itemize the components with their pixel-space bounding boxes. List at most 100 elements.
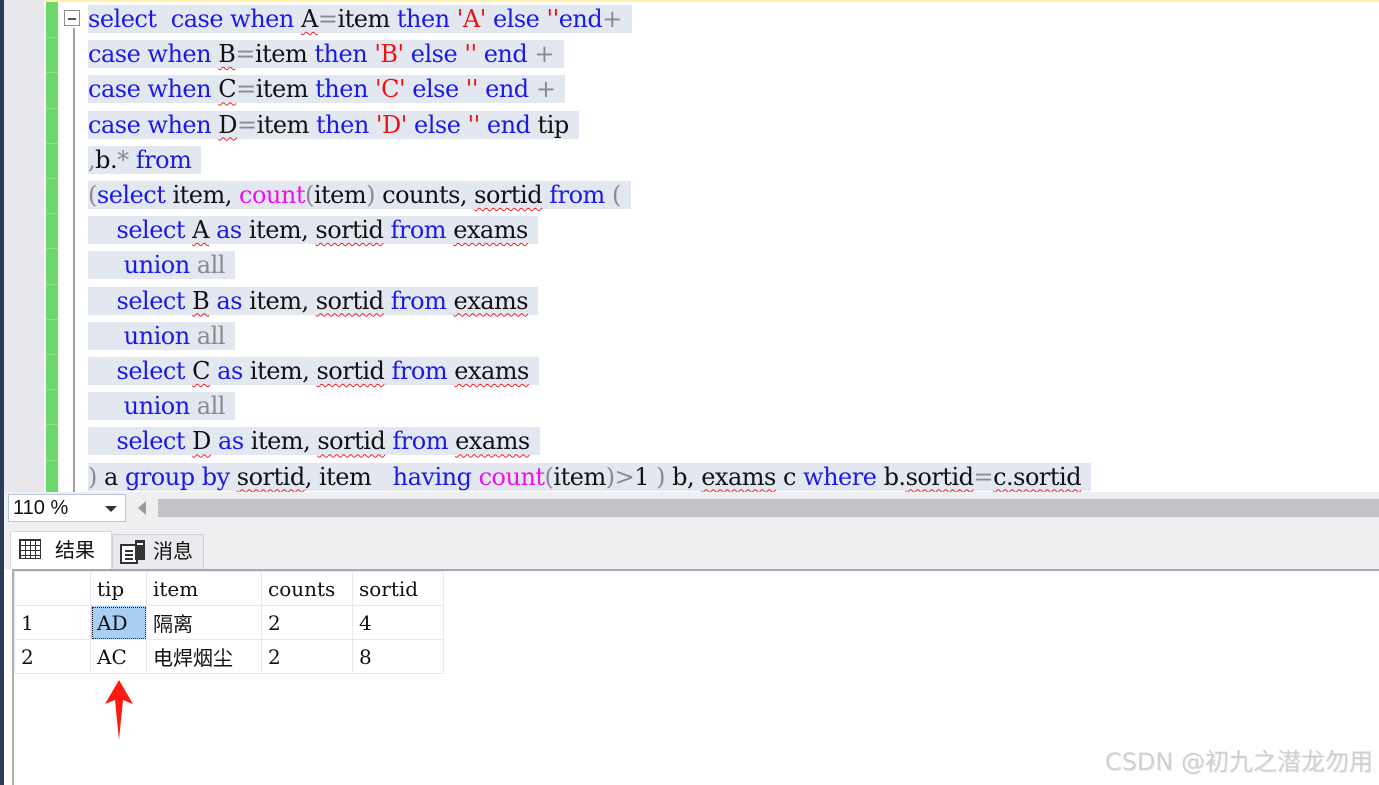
zoom-dropdown[interactable]: 110 %	[8, 494, 126, 522]
code-line[interactable]: select A as item, sortid from exams	[88, 213, 538, 248]
squiggle-token: C	[218, 75, 237, 104]
keyword-token: select	[116, 357, 186, 385]
code-token: (	[304, 181, 314, 209]
code-line[interactable]: ,b.* from	[88, 143, 202, 178]
row-number[interactable]: 2	[14, 639, 91, 674]
keyword-token: case	[88, 110, 141, 139]
cell-tip[interactable]: AD	[90, 605, 147, 640]
keyword-token: as	[216, 216, 242, 245]
horizontal-scrollbar[interactable]	[158, 499, 1379, 517]
keyword-token: end	[558, 5, 603, 33]
code-line[interactable]: select D as item, sortid from exams	[88, 424, 540, 459]
selection-highlight: union all	[88, 251, 235, 280]
row-number-header[interactable]	[14, 571, 91, 606]
code-line[interactable]: case when D=item then 'D' else '' end ti…	[88, 108, 579, 143]
code-line[interactable]: case when C=item then 'C' else '' end +	[88, 72, 566, 107]
cell-item[interactable]: 电焊烟尘	[146, 639, 262, 674]
collapse-region-icon[interactable]	[64, 10, 80, 26]
squiggle-token: exams	[455, 427, 530, 456]
cell-sortid[interactable]: 4	[352, 605, 444, 640]
column-header-counts[interactable]: counts	[261, 571, 353, 606]
table-row: 2 AC 电焊烟尘 2 8	[14, 639, 444, 674]
cell-sortid[interactable]: 8	[352, 639, 444, 674]
cell-item[interactable]: 隔离	[146, 605, 262, 640]
change-bar-separator	[46, 389, 58, 391]
scroll-left-arrow-icon[interactable]	[138, 501, 146, 515]
code-token: )	[656, 462, 665, 491]
code-token: )	[366, 181, 376, 209]
watermark: CSDN @初九之潜龙勿用	[1104, 748, 1373, 776]
keyword-token: from	[549, 181, 605, 209]
selection-highlight: select A as item, sortid from exams	[88, 216, 538, 245]
squiggle-token: sortid	[474, 181, 543, 209]
code-token: item,	[241, 216, 316, 245]
grid-header-row: tip item counts sortid	[14, 571, 444, 606]
table-row: 1 AD 隔离 2 4	[14, 605, 444, 640]
code-token: tip	[530, 110, 570, 139]
cell-counts[interactable]: 2	[261, 639, 353, 674]
code-line[interactable]: ) a group by sortid, item having count(i…	[88, 460, 1092, 495]
code-token: item,	[165, 181, 240, 209]
code-line[interactable]: union all	[88, 319, 235, 354]
selection-highlight: case when C=item then 'C' else '' end +	[88, 75, 566, 104]
string-token: 'C'	[375, 75, 406, 104]
tab-messages[interactable]: 消息	[112, 534, 204, 569]
squiggle-token: sortid	[315, 286, 384, 315]
string-token: ''	[546, 5, 559, 33]
squiggle-token: c.sortid	[993, 462, 1082, 491]
cell-tip[interactable]: AC	[90, 639, 147, 674]
code-token: (	[611, 181, 621, 209]
keyword-token: select	[116, 216, 186, 245]
code-line[interactable]: select B as item, sortid from exams	[88, 284, 539, 319]
code-line[interactable]: case when B=item then 'B' else '' end +	[88, 37, 564, 72]
squiggle-token: sortid	[315, 216, 384, 245]
column-header-tip[interactable]: tip	[90, 571, 147, 606]
keyword-token: then	[315, 75, 368, 104]
cell-counts[interactable]: 2	[261, 605, 353, 640]
row-number[interactable]: 1	[14, 605, 91, 640]
outline-line	[73, 28, 75, 492]
chevron-down-icon[interactable]	[105, 506, 117, 512]
keyword-token: then	[396, 5, 450, 33]
keyword-token: end	[486, 110, 531, 139]
column-header-item[interactable]: item	[146, 571, 262, 606]
code-token: item	[337, 5, 397, 33]
selection-highlight: select D as item, sortid from exams	[88, 427, 540, 456]
sql-editor[interactable]: select case when A=item then 'A' else ''…	[88, 2, 1379, 492]
change-bar-separator	[46, 142, 58, 144]
string-token: ''	[465, 75, 479, 104]
zoom-value: 110 %	[13, 497, 69, 519]
code-token: =	[236, 75, 256, 104]
keyword-token: as	[218, 427, 244, 456]
messages-icon	[120, 540, 145, 564]
keyword-token: else	[492, 5, 540, 33]
code-line[interactable]: (select item, count(item) counts, sortid…	[88, 178, 631, 213]
code-token: =	[236, 110, 257, 139]
function-token: count	[239, 181, 305, 209]
code-token: +	[535, 75, 556, 104]
selection-highlight: union all	[88, 392, 235, 421]
squiggle-token: D	[192, 427, 211, 456]
code-line[interactable]: union all	[88, 248, 235, 283]
code-line[interactable]: select C as item, sortid from exams	[88, 354, 539, 389]
code-line[interactable]: union all	[88, 389, 235, 424]
squiggle-token: sortid	[905, 462, 974, 491]
code-token: all	[196, 392, 226, 421]
keyword-token: as	[216, 286, 243, 315]
string-token: 'D'	[375, 110, 407, 139]
column-header-sortid[interactable]: sortid	[352, 571, 444, 606]
tab-results[interactable]: 结果	[10, 531, 112, 569]
keyword-token: union	[123, 251, 191, 280]
code-line[interactable]: select case when A=item then 'A' else ''…	[88, 2, 632, 37]
code-token: =	[317, 5, 338, 33]
